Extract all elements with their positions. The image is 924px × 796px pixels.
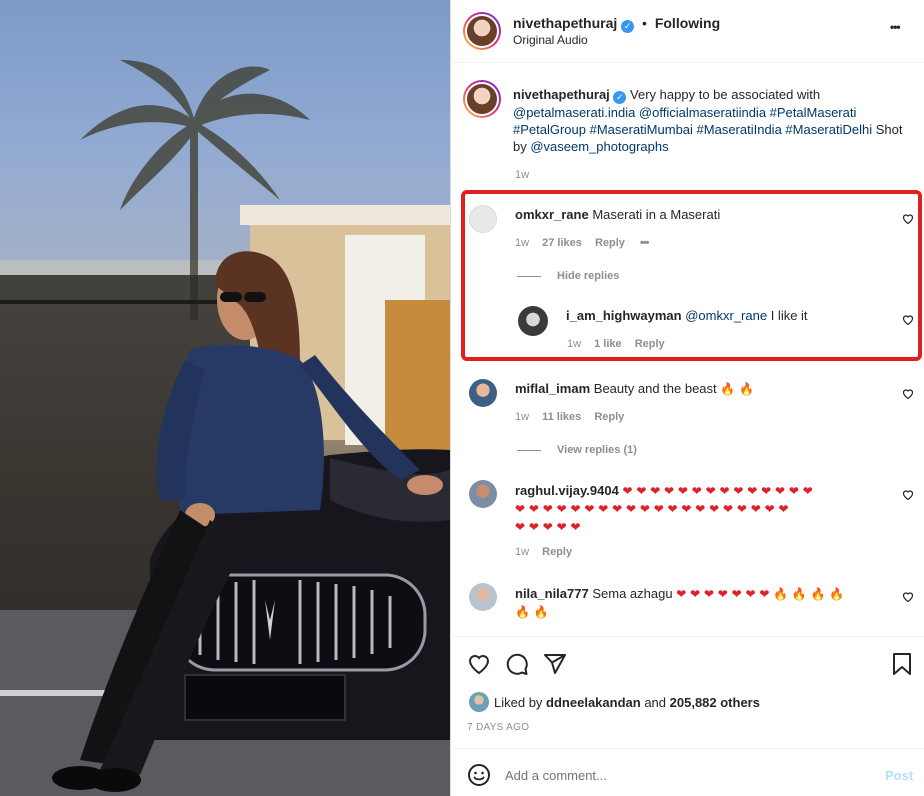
- comment-meta: 1w 11 likes Reply: [515, 411, 624, 423]
- reply-line: [517, 275, 541, 277]
- photo-illustration: [0, 0, 450, 796]
- comment-bubble-icon[interactable]: [505, 652, 529, 679]
- verified-badge-icon: ✓: [613, 91, 627, 104]
- more-options-icon[interactable]: •••: [890, 20, 901, 34]
- comment-username[interactable]: raghul.vijay.9404: [515, 483, 619, 498]
- comment-avatar[interactable]: [469, 480, 497, 508]
- comment-heart-emoji: ❤ ❤ ❤ ❤ ❤ ❤ ❤: [676, 587, 770, 601]
- comment-heart-emoji: ❤ ❤ ❤ ❤ ❤ ❤ ❤ ❤ ❤ ❤ ❤ ❤ ❤ ❤ ❤ ❤ ❤ ❤ ❤ ❤: [515, 502, 789, 516]
- comment-fire-emoji: 🔥 🔥: [720, 382, 754, 396]
- comment-meta: 1w Reply: [515, 546, 572, 558]
- caption-credit[interactable]: @vaseem_photographs: [530, 139, 668, 154]
- post-button[interactable]: Post: [885, 768, 913, 783]
- comment-heart-emoji: ❤ ❤ ❤ ❤ ❤ ❤ ❤ ❤ ❤ ❤ ❤ ❤ ❤ ❤: [622, 484, 813, 498]
- caption-tags-2[interactable]: #PetalGroup #MaseratiMumbai #MaseratiInd…: [513, 122, 872, 137]
- paper-plane-icon[interactable]: [543, 652, 567, 679]
- reply-time: 1w: [567, 338, 582, 350]
- reply-username[interactable]: i_am_highwayman: [566, 308, 682, 323]
- post-photo[interactable]: [0, 0, 450, 796]
- likes-prefix: Liked by: [494, 695, 543, 710]
- comment-avatar[interactable]: [469, 205, 497, 233]
- header-user-row: nivethapethuraj ✓ • Following: [513, 15, 720, 33]
- reply-row: i_am_highwayman @omkxr_rane I like it: [566, 308, 808, 323]
- comment-reply-button[interactable]: Reply: [594, 411, 624, 423]
- comment-input[interactable]: [505, 765, 865, 785]
- comment-heart-emoji: ❤ ❤ ❤ ❤ ❤: [515, 520, 581, 534]
- composer-divider: [450, 748, 924, 749]
- comment-fire-emoji: 🔥 🔥 🔥 🔥: [773, 587, 845, 601]
- post-date: 7 DAYS AGO: [467, 722, 530, 733]
- verified-badge-icon: ✓: [621, 20, 635, 33]
- caption-text: nivethapethuraj ✓ Very happy to be assoc…: [513, 86, 913, 155]
- comment-more-icon[interactable]: •••: [640, 237, 650, 249]
- caption-tags-1[interactable]: @petalmaserati.india @officialmaseratiin…: [513, 105, 856, 120]
- liker-username[interactable]: ddneelakandan: [546, 695, 641, 710]
- comment-like-heart-icon[interactable]: [902, 591, 914, 603]
- comment-avatar[interactable]: [469, 583, 497, 611]
- smiley-icon[interactable]: [467, 763, 491, 790]
- comment-text: Maserati in a Maserati: [592, 207, 721, 222]
- comment-reply-button[interactable]: Reply: [595, 237, 625, 249]
- comment-row: miflal_imam Beauty and the beast 🔥 🔥: [515, 381, 754, 396]
- comment-avatar[interactable]: [469, 379, 497, 407]
- caption-by: by: [513, 139, 527, 154]
- caption-time: 1w: [515, 169, 530, 181]
- comment-row: raghul.vijay.9404 ❤ ❤ ❤ ❤ ❤ ❤ ❤ ❤ ❤ ❤ ❤ …: [515, 482, 885, 536]
- view-replies-toggle[interactable]: View replies (1): [517, 444, 637, 456]
- author-avatar[interactable]: [463, 12, 501, 50]
- comment-text: Beauty and the beast: [593, 381, 717, 396]
- following-button[interactable]: Following: [655, 15, 720, 31]
- like-heart-icon[interactable]: [467, 652, 491, 679]
- comment-like-heart-icon[interactable]: [902, 213, 914, 225]
- comment-row: nila_nila777 Sema azhagu ❤ ❤ ❤ ❤ ❤ ❤ ❤ 🔥…: [515, 585, 885, 621]
- comment-username[interactable]: nila_nila777: [515, 586, 589, 601]
- comment-username[interactable]: miflal_imam: [515, 381, 590, 396]
- comment-like-heart-icon[interactable]: [902, 489, 914, 501]
- comment-likes[interactable]: 27 likes: [542, 237, 582, 249]
- reply-reply-button[interactable]: Reply: [635, 338, 665, 350]
- comment-username[interactable]: omkxr_rane: [515, 207, 589, 222]
- reply-line: [517, 449, 541, 451]
- header-separator: •: [642, 15, 647, 31]
- reply-meta: 1w 1 like Reply: [567, 338, 665, 350]
- caption-shot: Shot: [875, 122, 903, 137]
- hide-replies-label: Hide replies: [557, 270, 620, 282]
- hide-replies-toggle[interactable]: Hide replies: [517, 270, 619, 282]
- caption-avatar[interactable]: [463, 80, 501, 118]
- comment-time: 1w: [515, 411, 530, 423]
- view-replies-label: View replies (1): [557, 444, 637, 456]
- comment-likes[interactable]: 11 likes: [542, 411, 581, 423]
- comment-time: 1w: [515, 546, 530, 558]
- caption-username[interactable]: nivethapethuraj: [513, 87, 610, 102]
- reply-text: I like it: [770, 308, 808, 323]
- likes-and: and: [644, 695, 667, 710]
- reply-like-heart-icon[interactable]: [902, 314, 914, 326]
- actions-divider: [450, 636, 924, 637]
- comment-fire-emoji: 🔥 🔥: [515, 605, 549, 619]
- reply-avatar[interactable]: [518, 306, 548, 336]
- comment-like-heart-icon[interactable]: [902, 388, 914, 400]
- comment-time: 1w: [515, 237, 530, 249]
- likes-others[interactable]: 205,882 others: [670, 695, 760, 710]
- reply-mention[interactable]: @omkxr_rane: [685, 308, 767, 323]
- comment-reply-button[interactable]: Reply: [542, 546, 572, 558]
- comment-text: Sema azhagu: [592, 586, 673, 601]
- liker-avatar[interactable]: [469, 692, 489, 712]
- likes-summary: Liked by ddneelakandan and 205,882 other…: [494, 695, 760, 710]
- comment-meta: 1w 27 likes Reply •••: [515, 237, 649, 249]
- bookmark-icon[interactable]: [891, 652, 913, 679]
- original-audio-link[interactable]: Original Audio: [513, 33, 588, 47]
- header-username[interactable]: nivethapethuraj: [513, 15, 617, 31]
- caption-body: Very happy to be associated with: [630, 87, 821, 102]
- reply-likes[interactable]: 1 like: [594, 338, 622, 350]
- header-divider: [450, 62, 924, 63]
- comment-row: omkxr_rane Maserati in a Maserati: [515, 207, 720, 222]
